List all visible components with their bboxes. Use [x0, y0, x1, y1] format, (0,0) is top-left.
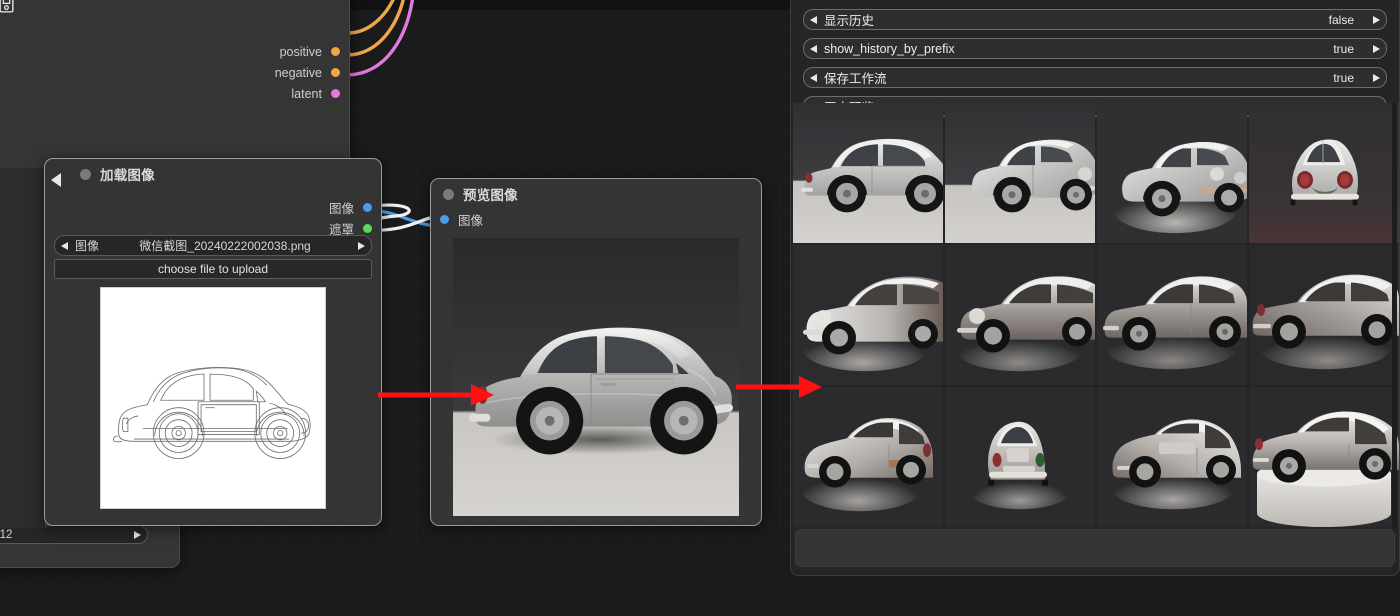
image-widget-value: 微信截图_20240222002038.png: [99, 237, 351, 254]
car-line-art-sketch: [101, 288, 325, 508]
next-value-arrow-icon[interactable]: [1373, 45, 1380, 53]
output-slot-latent[interactable]: latent: [129, 83, 349, 104]
input-label-image: 图像: [458, 210, 483, 229]
image-widget-name: 图像: [75, 237, 99, 254]
next-image-arrow-icon[interactable]: [358, 242, 365, 250]
preview-image-node[interactable]: 预览图像 图像: [430, 178, 762, 526]
stable-video-diffusion-node[interactable]: w (2) clip_vision: [0, 0, 350, 172]
gallery-item[interactable]: [945, 387, 1095, 527]
input-slot-init-image[interactable]: init_image: [0, 62, 121, 83]
node-occlusion-strip: [0, 168, 46, 528]
widget-show-history-by-prefix-name: show_history_by_prefix: [824, 42, 955, 56]
gallery-item[interactable]: [945, 245, 1095, 385]
input-slot-elevation[interactable]: elevation: [0, 104, 121, 125]
slot-dot-negative: [331, 68, 340, 77]
slot-dot-latent: [331, 89, 340, 98]
load-image-node-title: 加载图像: [100, 164, 155, 184]
value-widget-12-value: 12: [0, 529, 127, 541]
input-slot-azimuth[interactable]: azimuth: [0, 125, 121, 146]
gallery-item[interactable]: [1097, 103, 1247, 243]
previous-value-arrow-icon[interactable]: [810, 16, 817, 24]
gallery-item[interactable]: [945, 103, 1095, 243]
output-slot-positive[interactable]: positive: [129, 41, 349, 62]
load-image-thumbnail[interactable]: [100, 287, 326, 509]
car-thumb-rear-q: [793, 387, 943, 527]
widget-show-history-by-prefix-value: true: [1333, 42, 1366, 56]
widget-show-history-by-prefix[interactable]: show_history_by_prefix true: [803, 38, 1387, 59]
car-render-side-view: [453, 238, 739, 516]
choose-file-to-upload-button[interactable]: choose file to upload: [54, 259, 372, 279]
gallery-item[interactable]: [793, 103, 943, 243]
input-slot-vae[interactable]: vae: [0, 83, 121, 104]
slot-dot-image: [440, 215, 449, 224]
increment-arrow-icon[interactable]: [134, 531, 141, 539]
preview-image-thumbnail[interactable]: [453, 238, 739, 516]
widget-save-workflow[interactable]: 保存工作流 true: [803, 67, 1387, 88]
widget-save-workflow-name: 保存工作流: [824, 68, 887, 87]
image-file-combo-widget[interactable]: 图像 微信截图_20240222002038.png: [54, 235, 372, 256]
comfyui-workspace: w (2) clip_vision: [0, 0, 1400, 616]
car-thumb-rear-q-left: [1097, 387, 1247, 527]
load-image-node-title-bar[interactable]: 加载图像: [45, 159, 381, 189]
output-label-negative: negative: [275, 66, 322, 80]
collapse-arrow-icon[interactable]: [51, 173, 61, 187]
previous-value-arrow-icon[interactable]: [810, 74, 817, 82]
slot-dot-image: [363, 203, 372, 212]
previous-image-arrow-icon[interactable]: [61, 242, 68, 250]
car-thumb-rear-q-right: [1249, 245, 1399, 385]
widget-show-history[interactable]: 显示历史 false: [803, 9, 1387, 30]
car-thumb-front-low: [793, 245, 943, 385]
gallery-scrollbar[interactable]: [1392, 103, 1397, 527]
gallery-item[interactable]: [793, 387, 943, 527]
widget-show-history-name: 显示历史: [824, 10, 874, 29]
preview-image-node-title: 预览图像: [463, 184, 518, 204]
node-toolbar[interactable]: w (2): [0, 0, 349, 17]
widget-show-history-value: false: [1329, 13, 1366, 27]
output-label-image: 图像: [329, 198, 354, 217]
save-icon[interactable]: [0, 0, 15, 14]
node-outputs: positive negative latent: [129, 41, 349, 104]
widget-save-workflow-value: true: [1333, 71, 1366, 85]
car-thumb-front-q-dark: [945, 245, 1095, 385]
gallery-item[interactable]: [1097, 387, 1247, 527]
node-status-dot: [443, 189, 454, 200]
car-thumb-side-left: [793, 103, 943, 243]
next-value-arrow-icon[interactable]: [1373, 74, 1380, 82]
input-slot-clip-vision[interactable]: clip_vision: [0, 41, 121, 62]
load-image-outputs: 图像 遮罩: [181, 197, 381, 239]
gallery-item[interactable]: [793, 245, 943, 385]
car-thumb-front-q-left: [945, 103, 1095, 243]
car-thumb-side-right: [1097, 245, 1247, 385]
slot-dot-mask: [363, 224, 372, 233]
input-slot-image[interactable]: 图像: [431, 209, 761, 230]
preview-image-node-title-bar[interactable]: 预览图像: [431, 179, 761, 209]
output-label-latent: latent: [291, 87, 322, 101]
panel-footer-bar: [795, 529, 1395, 567]
previous-value-arrow-icon[interactable]: [810, 45, 817, 53]
slot-dot-positive: [331, 47, 340, 56]
image-gallery-grid: [793, 103, 1399, 527]
gallery-item[interactable]: [1097, 245, 1247, 385]
output-slot-negative[interactable]: negative: [129, 62, 349, 83]
car-thumb-front-q: [1097, 103, 1247, 243]
history-preview-panel[interactable]: 显示历史 false show_history_by_prefix true 保…: [790, 0, 1400, 576]
car-thumb-side-bright: [1249, 387, 1399, 527]
gallery-item[interactable]: [1249, 387, 1399, 527]
car-thumb-front: [1249, 103, 1399, 243]
gallery-item[interactable]: [1249, 103, 1399, 243]
gallery-item[interactable]: [1249, 245, 1399, 385]
car-thumb-rear: [945, 387, 1095, 527]
next-value-arrow-icon[interactable]: [1373, 16, 1380, 24]
output-label-positive: positive: [280, 45, 322, 59]
node-status-dot: [80, 169, 91, 180]
output-slot-image[interactable]: 图像: [181, 197, 381, 218]
load-image-node[interactable]: 加载图像 图像 遮罩 图像 微信截图_20240222002038.png ch…: [44, 158, 382, 526]
